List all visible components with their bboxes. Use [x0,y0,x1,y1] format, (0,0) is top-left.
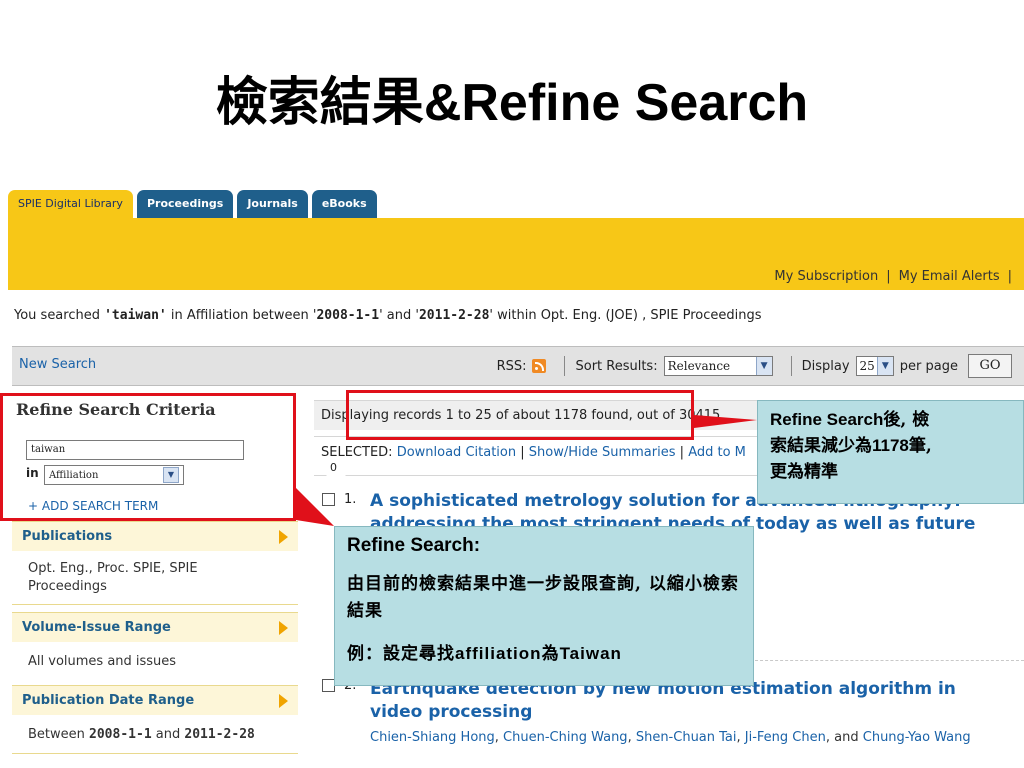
callout-2-heading: Refine Search: [347,535,481,556]
callout-2-example-en1: affiliation [455,644,542,663]
callout-1-pointer [694,415,757,428]
callout-1-en: Refine Search [770,410,884,429]
callout-2-body: 由目前的檢索結果中進一步設限查詢, 以縮小檢索結果 [347,574,739,621]
callout-2-example-en2: Taiwan [559,644,622,663]
callout-1-zh-c: 筆, [908,436,932,456]
callout-1-zh-b: 索結果減少為 [770,436,872,456]
callout-refine-search: Refine Search: 由目前的檢索結果中進一步設限查詢, 以縮小檢索結果… [334,526,754,686]
callout-2-pointer [296,488,334,526]
callout-1-zh-d: 更為精準 [770,462,838,482]
callout-2-example: 例：設定尋找affiliation為Taiwan [347,639,741,664]
callout-1-num: 1178 [872,436,909,455]
callout-1-zh-a: 後, 檢 [883,410,930,430]
callout-refine-result: Refine Search後, 檢索結果減少為1178筆, 更為精準 [757,400,1024,504]
callout-2-example-zh2: 為 [541,644,560,664]
callout-2-example-zh: 例：設定尋找 [347,644,455,664]
